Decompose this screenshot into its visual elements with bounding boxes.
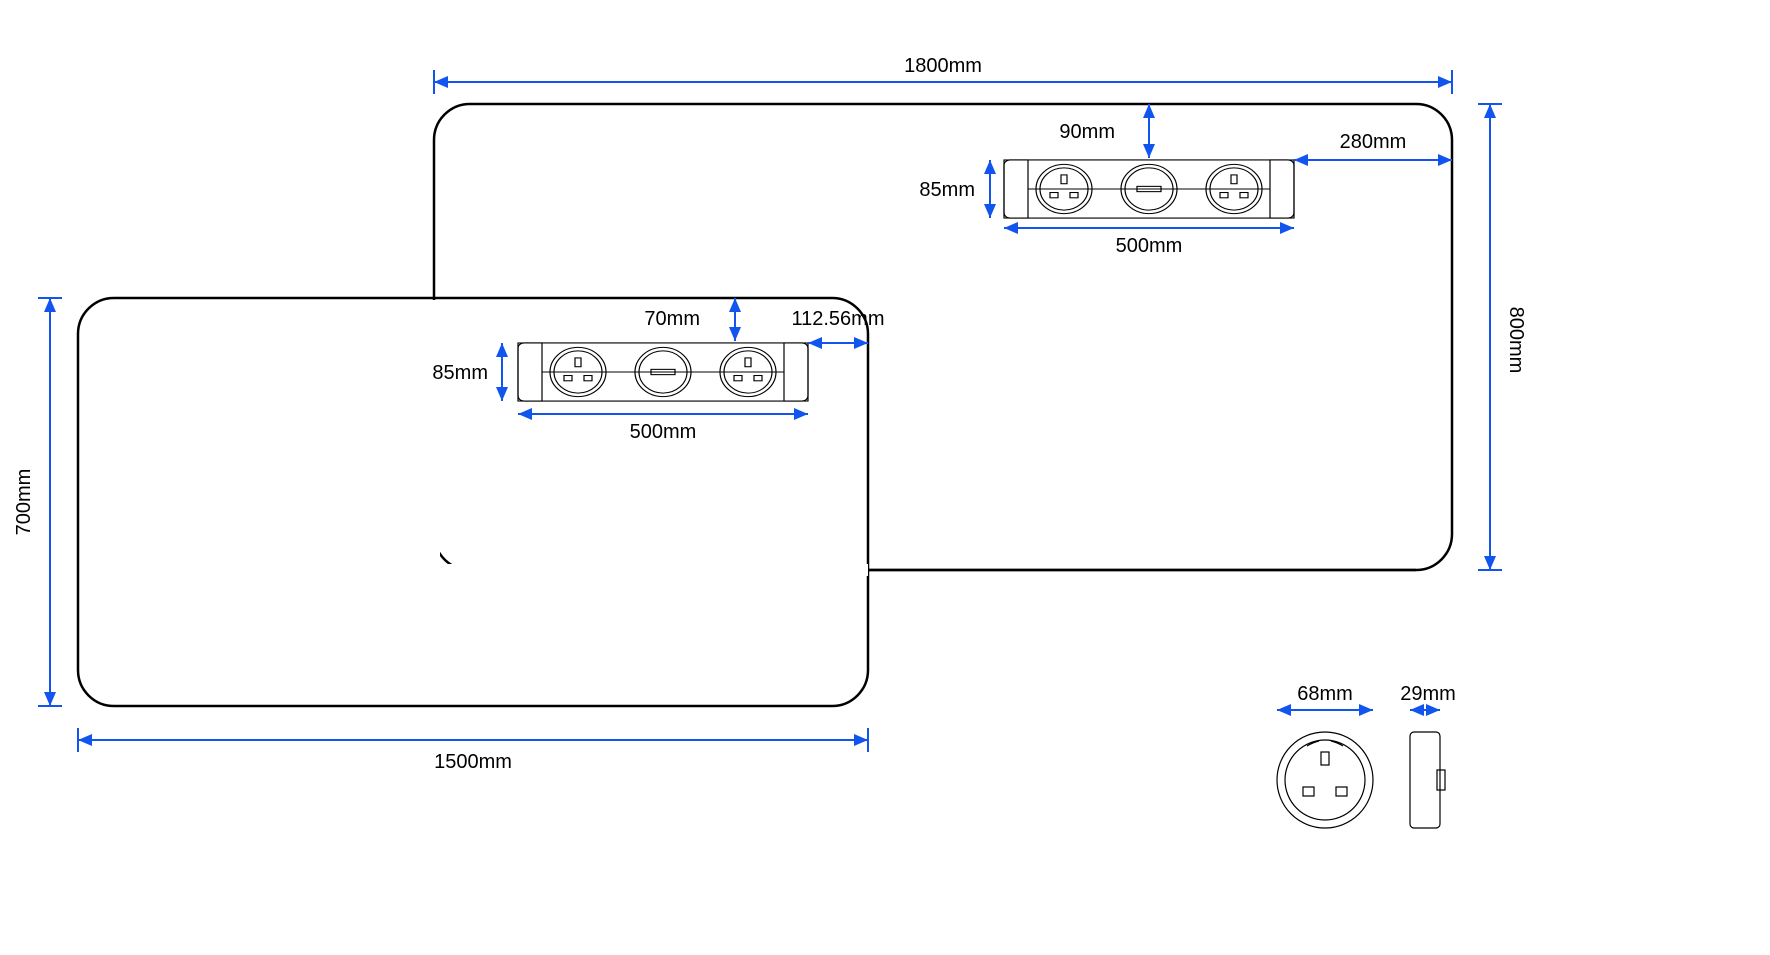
label-large-width: 1800mm: [904, 55, 982, 77]
label-plug-depth: 29mm: [1400, 683, 1456, 705]
dim-small-outlet-height: 85mm: [432, 343, 508, 401]
label-large-outlet-top: 90mm: [1059, 121, 1115, 143]
outlet-large: [1004, 160, 1294, 218]
label-small-outlet-width: 500mm: [630, 421, 697, 443]
label-large-outlet-h: 85mm: [919, 179, 975, 201]
dim-small-outlet-width: 500mm: [518, 408, 808, 443]
label-small-outlet-right: 112.56mm: [791, 308, 884, 330]
dim-large-width: 1800mm: [434, 55, 1452, 94]
label-small-width: 1500mm: [434, 751, 512, 773]
dim-large-outlet-height: 85mm: [919, 160, 996, 218]
desk-large-outline: [434, 104, 1452, 570]
label-small-outlet-top: 70mm: [644, 308, 700, 330]
plug-face: [1277, 732, 1373, 828]
label-large-outlet-width: 500mm: [1116, 235, 1183, 257]
dim-large-outlet-top: 90mm: [1059, 104, 1155, 158]
outlet-small: [518, 343, 808, 401]
dim-plug-diameter: 68mm: [1277, 683, 1373, 716]
plug-side: [1410, 732, 1445, 828]
desk-small-outline: [78, 298, 868, 706]
dim-large-outlet-right: 280mm: [1294, 131, 1452, 166]
label-plug-dia: 68mm: [1297, 683, 1353, 705]
label-large-outlet-right: 280mm: [1340, 131, 1407, 153]
dim-small-height: 700mm: [13, 298, 62, 706]
dim-small-width: 1500mm: [78, 728, 868, 773]
dim-small-outlet-top: 70mm: [644, 298, 741, 341]
dim-plug-depth: 29mm: [1400, 683, 1456, 716]
label-small-outlet-h: 85mm: [432, 362, 488, 384]
diagram-canvas: 1800mm 800mm 500mm 85mm 90mm: [0, 0, 1770, 955]
label-large-height: 800mm: [1505, 307, 1527, 374]
dim-large-height: 800mm: [1478, 104, 1527, 570]
label-small-height: 700mm: [13, 469, 35, 536]
dim-large-outlet-width: 500mm: [1004, 222, 1294, 257]
